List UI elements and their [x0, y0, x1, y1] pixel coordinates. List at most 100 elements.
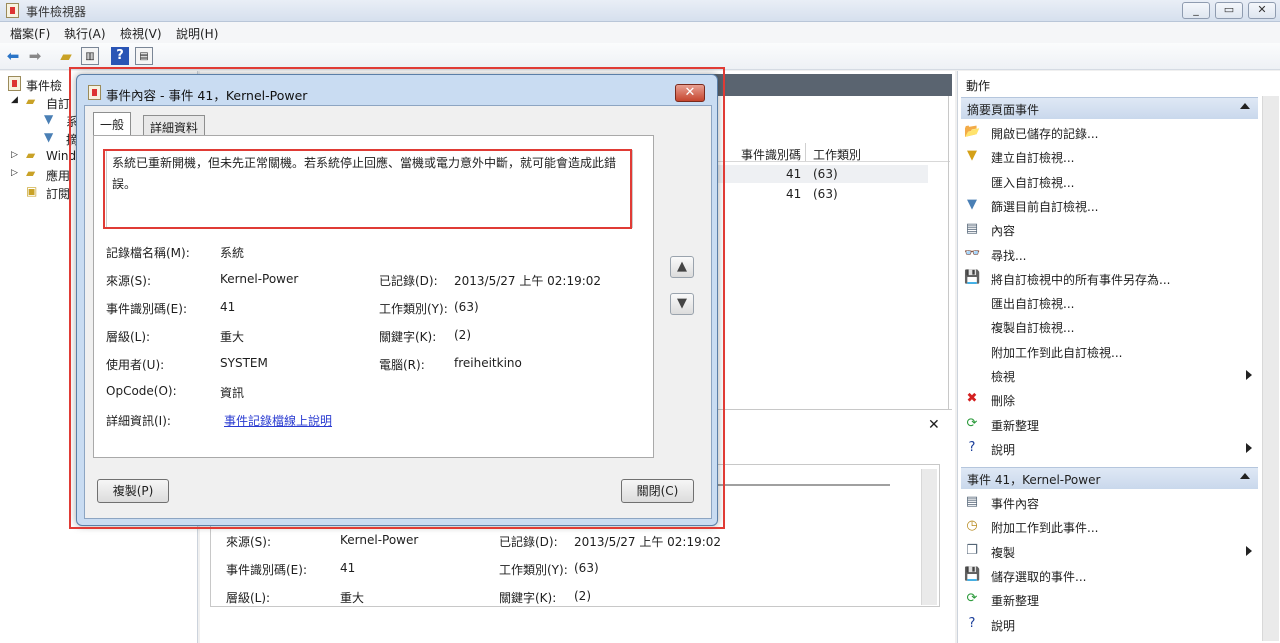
- preview-logged-value: 2013/5/27 上午 02:19:02: [574, 535, 722, 549]
- minimize-button[interactable]: _: [1182, 2, 1210, 19]
- refresh-icon: ⟳: [966, 415, 978, 431]
- actions-scrollbar[interactable]: [1262, 96, 1279, 641]
- open-folder-icon: 📂: [964, 124, 981, 139]
- action-label: 開啟已儲存的記錄...: [991, 127, 1099, 141]
- menu-view[interactable]: 檢視(V): [120, 25, 162, 42]
- preview-keywords-label: 關鍵字(K):: [499, 591, 557, 605]
- action-item[interactable]: ⟳ 重新整理: [958, 413, 1258, 435]
- tree-item-subscriptions[interactable]: 訂閱: [46, 185, 70, 202]
- filter-icon: ▼: [967, 196, 977, 212]
- preview-logged-label: 已記錄(D):: [499, 535, 558, 549]
- preview-source-label: 來源(S):: [226, 535, 272, 549]
- action-label: 將自訂檢視中的所有事件另存為...: [991, 272, 1171, 287]
- binoculars-icon: 👓: [964, 245, 981, 261]
- event-properties-icon: ▤: [965, 494, 979, 509]
- help-icon[interactable]: ?: [111, 47, 129, 65]
- action-label: 附加工作到此事件...: [991, 521, 1099, 536]
- preview-task-value: (63): [574, 561, 599, 575]
- show-hide-tree-icon[interactable]: ▥: [81, 47, 99, 65]
- action-label: 事件內容: [991, 497, 1040, 511]
- action-label: 複製自訂檢視...: [991, 321, 1075, 336]
- tree-item-custom-views[interactable]: 自訂: [46, 95, 70, 112]
- action-item[interactable]: 💾 儲存選取的事件...: [958, 564, 1258, 586]
- forward-icon[interactable]: ➡: [26, 47, 44, 65]
- action-item[interactable]: ✖ 刪除: [958, 388, 1258, 410]
- properties-icon: ▤: [965, 221, 979, 237]
- preview-eventid-value: 41: [340, 561, 356, 575]
- show-hide-action-pane-icon[interactable]: ▤: [135, 47, 153, 65]
- preview-scrollbar[interactable]: [921, 469, 937, 605]
- action-label: 說明: [991, 442, 1016, 457]
- action-item[interactable]: ❐ 複製: [958, 540, 1258, 562]
- action-item[interactable]: ? 說明: [958, 613, 1258, 635]
- cell-event-id: 41: [786, 187, 802, 201]
- up-folder-icon[interactable]: ▰: [57, 47, 75, 65]
- action-item[interactable]: 📂 開啟已儲存的記錄...: [958, 121, 1258, 143]
- cell-task-category: (63): [813, 167, 838, 181]
- menu-file[interactable]: 檔案(F): [10, 25, 50, 42]
- column-task-category[interactable]: 工作類別: [813, 146, 861, 163]
- action-label: 檢視: [991, 370, 1016, 384]
- action-label: 匯入自訂檢視...: [991, 175, 1075, 190]
- action-item[interactable]: 匯出自訂檢視...: [958, 291, 1258, 313]
- filter-icon: ▼: [44, 130, 54, 144]
- collapse-icon[interactable]: [1240, 473, 1250, 479]
- folder-icon: ▰: [26, 166, 36, 180]
- collapse-icon[interactable]: ▷: [11, 168, 18, 178]
- section-title: 摘要頁面事件: [967, 103, 1040, 117]
- action-item[interactable]: 💾 將自訂檢視中的所有事件另存為...: [958, 267, 1258, 289]
- preview-task-label: 工作類別(Y):: [499, 563, 568, 577]
- toolbar: ⬅ ➡ ▰ ▥ ? ▤: [0, 43, 1280, 70]
- action-item[interactable]: ⟳ 重新整理: [958, 588, 1258, 610]
- collapse-icon[interactable]: ▷: [11, 150, 18, 160]
- submenu-arrow-icon: [1246, 442, 1252, 453]
- window-title: 事件檢視器: [26, 5, 87, 19]
- submenu-arrow-icon: [1246, 370, 1252, 380]
- menu-action[interactable]: 執行(A): [64, 25, 106, 42]
- action-label: 建立自訂檢視...: [991, 151, 1075, 166]
- menu-help[interactable]: 說明(H): [176, 25, 218, 42]
- save-icon: 💾: [964, 566, 981, 582]
- action-item[interactable]: ▼ 建立自訂檢視...: [958, 145, 1258, 167]
- task-icon: ◷: [966, 518, 978, 534]
- action-item[interactable]: 複製自訂檢視...: [958, 315, 1258, 337]
- cell-task-category: (63): [813, 187, 838, 201]
- action-label: 說明: [991, 618, 1016, 633]
- action-item[interactable]: ▼ 篩選目前自訂檢視...: [958, 194, 1258, 216]
- expand-icon[interactable]: ◢: [11, 95, 18, 105]
- submenu-arrow-icon: [1246, 545, 1252, 556]
- action-item[interactable]: ▤ 內容: [958, 218, 1258, 240]
- highlight-description-box: [103, 149, 632, 229]
- subscription-icon: ▣: [26, 184, 38, 198]
- filter-icon: ▼: [967, 148, 977, 164]
- action-label: 刪除: [991, 394, 1016, 409]
- action-label: 匯出自訂檢視...: [991, 297, 1075, 312]
- event-viewer-icon: [8, 76, 21, 91]
- back-icon[interactable]: ⬅: [4, 47, 22, 65]
- action-item[interactable]: ▤ 事件內容: [958, 491, 1258, 513]
- column-divider: [805, 143, 806, 161]
- action-item[interactable]: ◷ 附加工作到此事件...: [958, 515, 1258, 537]
- action-label: 複製: [991, 545, 1016, 560]
- action-label: 篩選目前自訂檢視...: [991, 199, 1099, 214]
- action-item[interactable]: 匯入自訂檢視...: [958, 170, 1258, 192]
- section-header-event[interactable]: 事件 41，Kernel-Power: [961, 467, 1258, 489]
- close-window-button[interactable]: ✕: [1248, 2, 1276, 19]
- close-preview-icon[interactable]: ✕: [928, 417, 940, 433]
- delete-icon: ✖: [966, 391, 978, 407]
- tree-item-app-logs[interactable]: 應用: [46, 167, 70, 184]
- save-icon: 💾: [964, 269, 981, 285]
- action-item[interactable]: ? 說明: [958, 437, 1258, 459]
- highlight-dialog-box: [69, 67, 725, 529]
- preview-level-label: 層級(L):: [226, 591, 271, 605]
- column-event-id[interactable]: 事件識別碼: [741, 146, 801, 163]
- action-item[interactable]: 附加工作到此自訂檢視...: [958, 340, 1258, 362]
- action-item[interactable]: 👓 尋找...: [958, 243, 1258, 265]
- collapse-icon[interactable]: [1240, 103, 1250, 109]
- tree-item-root[interactable]: 事件檢: [26, 77, 62, 94]
- preview-eventid-label: 事件識別碼(E):: [226, 563, 307, 577]
- maximize-button[interactable]: ▭: [1215, 2, 1243, 19]
- event-viewer-icon: [6, 3, 19, 18]
- section-header-summary[interactable]: 摘要頁面事件: [961, 97, 1258, 119]
- action-item[interactable]: 檢視: [958, 364, 1258, 386]
